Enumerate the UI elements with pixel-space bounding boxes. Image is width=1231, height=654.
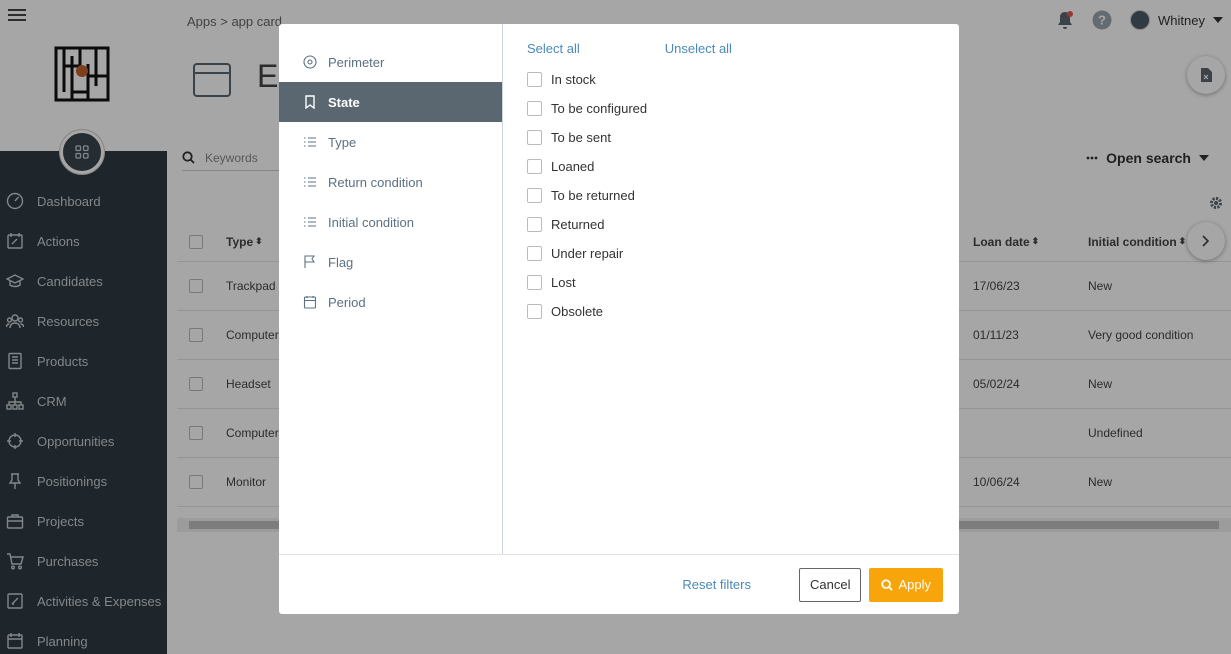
apply-label: Apply	[898, 577, 931, 592]
option-loaned[interactable]: Loaned	[527, 152, 935, 181]
filter-item-initial-condition[interactable]: Initial condition	[279, 202, 502, 242]
option-to-be-configured[interactable]: To be configured	[527, 94, 935, 123]
option-in-stock[interactable]: In stock	[527, 65, 935, 94]
option-to-be-returned[interactable]: To be returned	[527, 181, 935, 210]
target-icon	[303, 55, 317, 69]
list-icon	[304, 137, 316, 147]
list-icon	[304, 177, 316, 187]
modal-footer: Reset filters Cancel Apply	[279, 554, 959, 614]
option-checkbox[interactable]	[527, 217, 542, 232]
search-icon	[881, 578, 894, 591]
cancel-button[interactable]: Cancel	[799, 567, 862, 602]
option-checkbox[interactable]	[527, 246, 542, 261]
option-checkbox[interactable]	[527, 275, 542, 290]
calendar-icon	[303, 296, 317, 309]
filter-category-list: Perimeter State Type Return condition In…	[279, 24, 503, 554]
option-returned[interactable]: Returned	[527, 210, 935, 239]
option-under-repair[interactable]: Under repair	[527, 239, 935, 268]
apply-button[interactable]: Apply	[869, 567, 943, 602]
filter-item-perimeter[interactable]: Perimeter	[279, 42, 502, 82]
list-icon	[304, 217, 316, 227]
filter-item-period[interactable]: Period	[279, 282, 502, 322]
filter-item-type[interactable]: Type	[279, 122, 502, 162]
filter-item-state[interactable]: State	[279, 82, 502, 122]
option-to-be-sent[interactable]: To be sent	[527, 123, 935, 152]
option-checkbox[interactable]	[527, 188, 542, 203]
option-obsolete[interactable]: Obsolete	[527, 297, 935, 326]
state-options-panel: Select all Unselect all In stock To be c…	[503, 24, 959, 554]
option-checkbox[interactable]	[527, 304, 542, 319]
option-checkbox[interactable]	[527, 159, 542, 174]
filter-modal: Perimeter State Type Return condition In…	[279, 24, 959, 614]
reset-filters-link[interactable]: Reset filters	[682, 577, 751, 592]
unselect-all-link[interactable]: Unselect all	[665, 41, 732, 56]
option-checkbox[interactable]	[527, 101, 542, 116]
flag-icon	[304, 255, 316, 268]
filter-item-return-condition[interactable]: Return condition	[279, 162, 502, 202]
option-checkbox[interactable]	[527, 130, 542, 145]
selection-links: Select all Unselect all	[527, 41, 935, 56]
bookmark-icon	[305, 95, 315, 109]
option-lost[interactable]: Lost	[527, 268, 935, 297]
select-all-link[interactable]: Select all	[527, 41, 580, 56]
filter-item-flag[interactable]: Flag	[279, 242, 502, 282]
option-checkbox[interactable]	[527, 72, 542, 87]
